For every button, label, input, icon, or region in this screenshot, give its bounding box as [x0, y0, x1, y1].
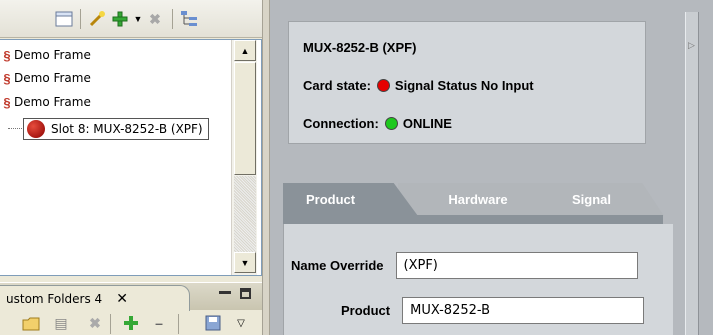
toolbar-separator — [80, 9, 81, 29]
panel-sash[interactable] — [262, 0, 270, 335]
tab-label: Signal — [571, 192, 611, 207]
frame-icon: § — [3, 94, 11, 110]
document-icon[interactable]: ▤ — [52, 314, 70, 332]
tree-toolbar: ▼ ✖ — [0, 0, 262, 38]
card-title-row: MUX-8252-B (XPF) — [303, 40, 416, 55]
tree-connector — [8, 128, 22, 129]
dropdown-arrow-icon[interactable]: ▼ — [129, 10, 147, 28]
card-state-value: Signal Status No Input — [394, 78, 534, 93]
tree-scrollbar[interactable]: ▲ ▼ — [231, 40, 257, 275]
view-tabbar: ustom Folders 4 ✕ — [0, 282, 262, 311]
status-red-icon — [376, 79, 390, 92]
chevron-right-icon[interactable]: ▷ — [688, 40, 695, 51]
card-state-row: Card state: Signal Status No Input — [303, 78, 534, 93]
remove-icon[interactable]: – — [150, 314, 168, 332]
maximize-icon[interactable] — [240, 288, 251, 299]
scroll-thumb[interactable] — [234, 62, 256, 175]
toolbar-separator — [178, 314, 179, 334]
device-tree: § Demo Frame § Demo Frame § Demo Frame S… — [0, 39, 262, 276]
tree-item[interactable]: § Demo Frame — [0, 45, 91, 65]
tab-label: Product — [306, 192, 356, 207]
frame-icon: § — [3, 70, 11, 86]
folders-toolbar: ▤ ✖ – ▽ — [0, 311, 262, 335]
tree-item-slot-8[interactable]: Slot 8: MUX-8252-B (XPF) — [23, 118, 209, 140]
navigation-panel: ▼ ✖ § Demo Frame § Demo Frame § Demo Fra… — [0, 0, 262, 335]
tab-label: ustom Folders 4 — [6, 291, 103, 306]
product-label: Product — [341, 303, 391, 318]
scroll-up-icon[interactable]: ▲ — [234, 40, 256, 61]
product-form: Name Override Product — [283, 224, 673, 335]
tree-item[interactable]: § Demo Frame — [0, 68, 91, 88]
card-title: MUX-8252-B (XPF) — [303, 40, 417, 55]
card-editor: MUX-8252-B (XPF) Card state: Signal Stat… — [270, 0, 713, 335]
name-override-row: Name Override — [291, 252, 638, 279]
tree-item-label: Demo Frame — [14, 71, 91, 85]
add-icon[interactable] — [122, 314, 140, 332]
connection-row: Connection: ONLINE — [303, 116, 452, 131]
edit-wand-icon[interactable] — [88, 10, 106, 28]
connection-label: Connection: — [303, 116, 379, 131]
tree-item-label: Slot 8: MUX-8252-B (XPF) — [51, 122, 203, 136]
scroll-track[interactable] — [234, 176, 256, 252]
add-icon[interactable] — [111, 10, 129, 28]
connection-value: ONLINE — [402, 116, 452, 131]
card-info-panel: MUX-8252-B (XPF) Card state: Signal Stat… — [288, 21, 646, 144]
tab-label: Hardware — [448, 192, 508, 207]
delete-icon[interactable]: ✖ — [146, 10, 164, 28]
toolbar-separator — [110, 314, 111, 334]
card-state-label: Card state: — [303, 78, 371, 93]
status-green-icon — [384, 117, 398, 130]
new-folder-icon[interactable] — [22, 314, 40, 332]
side-collapse-bar[interactable]: ▷ — [685, 12, 699, 335]
close-icon[interactable]: ✕ — [116, 291, 128, 307]
tab-product[interactable]: Product — [283, 183, 418, 216]
name-override-label: Name Override — [291, 258, 384, 273]
frame-icon: § — [3, 47, 11, 63]
tree-item-label: Demo Frame — [14, 48, 91, 62]
toolbar-separator — [172, 9, 173, 29]
tree-item-label: Demo Frame — [14, 95, 91, 109]
card-tabs: Signal Hardware Product Name Override Pr… — [283, 168, 713, 335]
tree-view-icon[interactable] — [180, 10, 198, 28]
new-folder-icon[interactable] — [55, 10, 73, 28]
delete-icon[interactable]: ✖ — [86, 314, 104, 332]
product-row: Product — [341, 297, 645, 324]
tab-hardware[interactable]: Hardware — [398, 183, 548, 216]
alarm-status-icon — [27, 120, 45, 138]
scroll-down-icon[interactable]: ▼ — [234, 252, 256, 273]
save-icon[interactable] — [204, 314, 222, 332]
view-menu-icon[interactable]: ▽ — [232, 314, 250, 332]
name-override-input[interactable] — [395, 252, 638, 279]
minimize-icon[interactable] — [219, 291, 231, 294]
tab-custom-folders[interactable]: ustom Folders 4 ✕ — [0, 285, 190, 311]
product-input[interactable] — [402, 297, 645, 324]
tree-item[interactable]: § Demo Frame — [0, 92, 91, 112]
tab-underline — [283, 215, 663, 224]
